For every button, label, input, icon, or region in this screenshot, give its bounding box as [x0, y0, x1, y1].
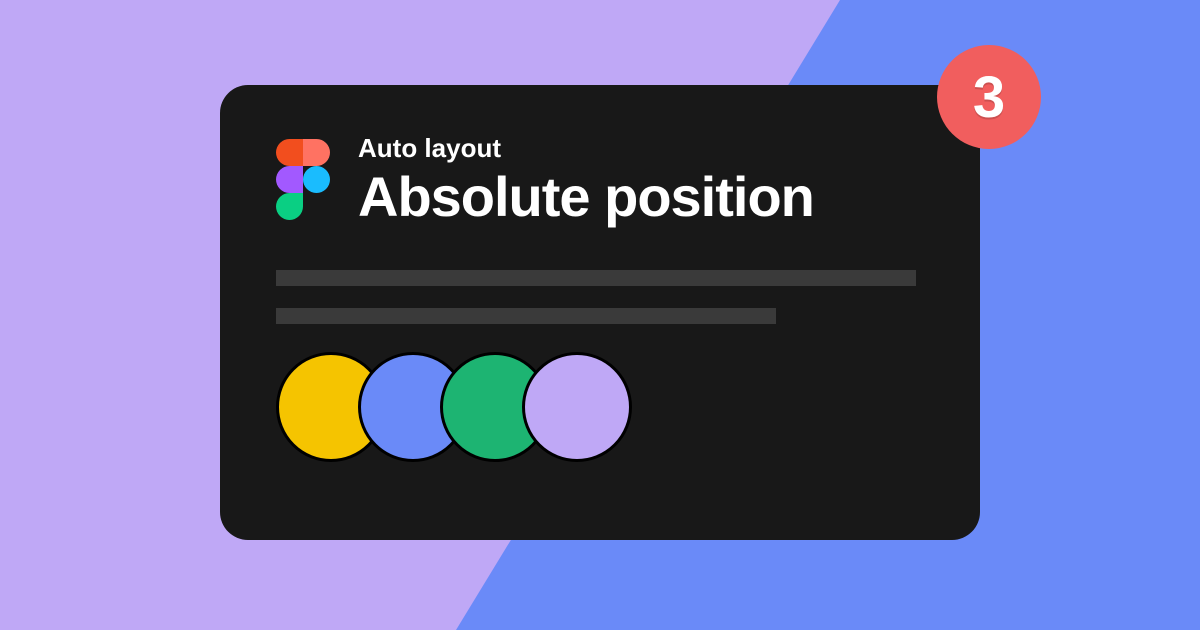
color-dots-row	[276, 352, 924, 462]
step-number: 3	[973, 64, 1005, 131]
placeholder-lines	[276, 270, 924, 324]
feature-card: Auto layout Absolute position	[220, 85, 980, 540]
card-title: Absolute position	[358, 166, 924, 228]
color-dot	[522, 352, 632, 462]
step-badge: 3	[937, 45, 1041, 149]
figma-logo-icon	[276, 139, 330, 219]
placeholder-line	[276, 270, 916, 286]
card-header: Auto layout Absolute position	[276, 133, 924, 228]
title-block: Auto layout Absolute position	[358, 133, 924, 228]
card-subtitle: Auto layout	[358, 133, 924, 164]
placeholder-line	[276, 308, 776, 324]
